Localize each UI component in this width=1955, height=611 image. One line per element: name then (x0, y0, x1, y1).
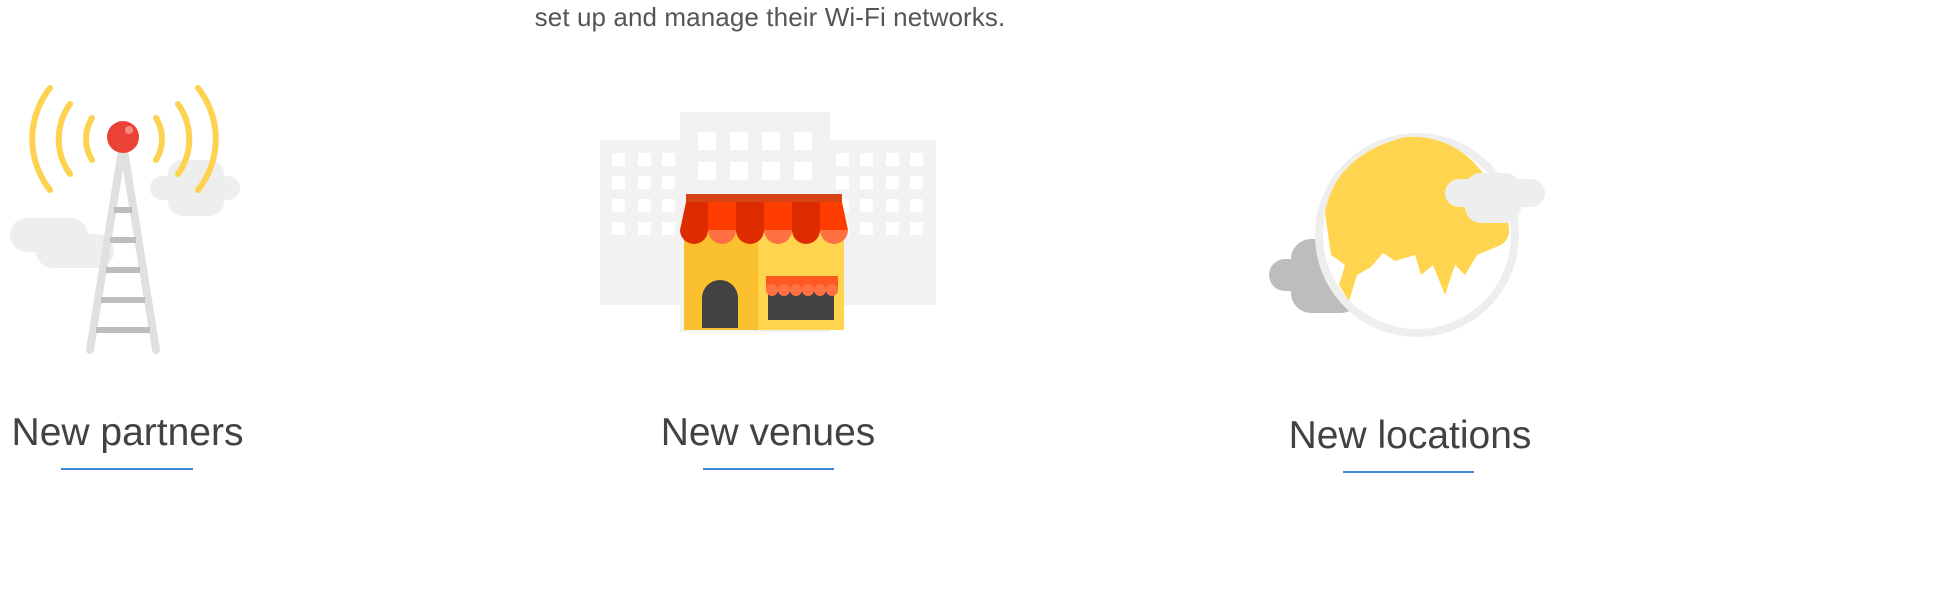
title-underline (1343, 471, 1474, 473)
storefront-icon (598, 110, 938, 340)
feature-title-partners: New partners (11, 411, 244, 454)
feature-title-venues: New venues (660, 411, 876, 454)
intro-text: set up and manage their Wi-Fi networks. (534, 2, 1006, 32)
title-underline (61, 468, 193, 470)
radio-tower-icon (0, 80, 260, 370)
globe-icon (1265, 125, 1555, 345)
title-underline (703, 468, 834, 470)
feature-title-locations: New locations (1288, 414, 1532, 457)
